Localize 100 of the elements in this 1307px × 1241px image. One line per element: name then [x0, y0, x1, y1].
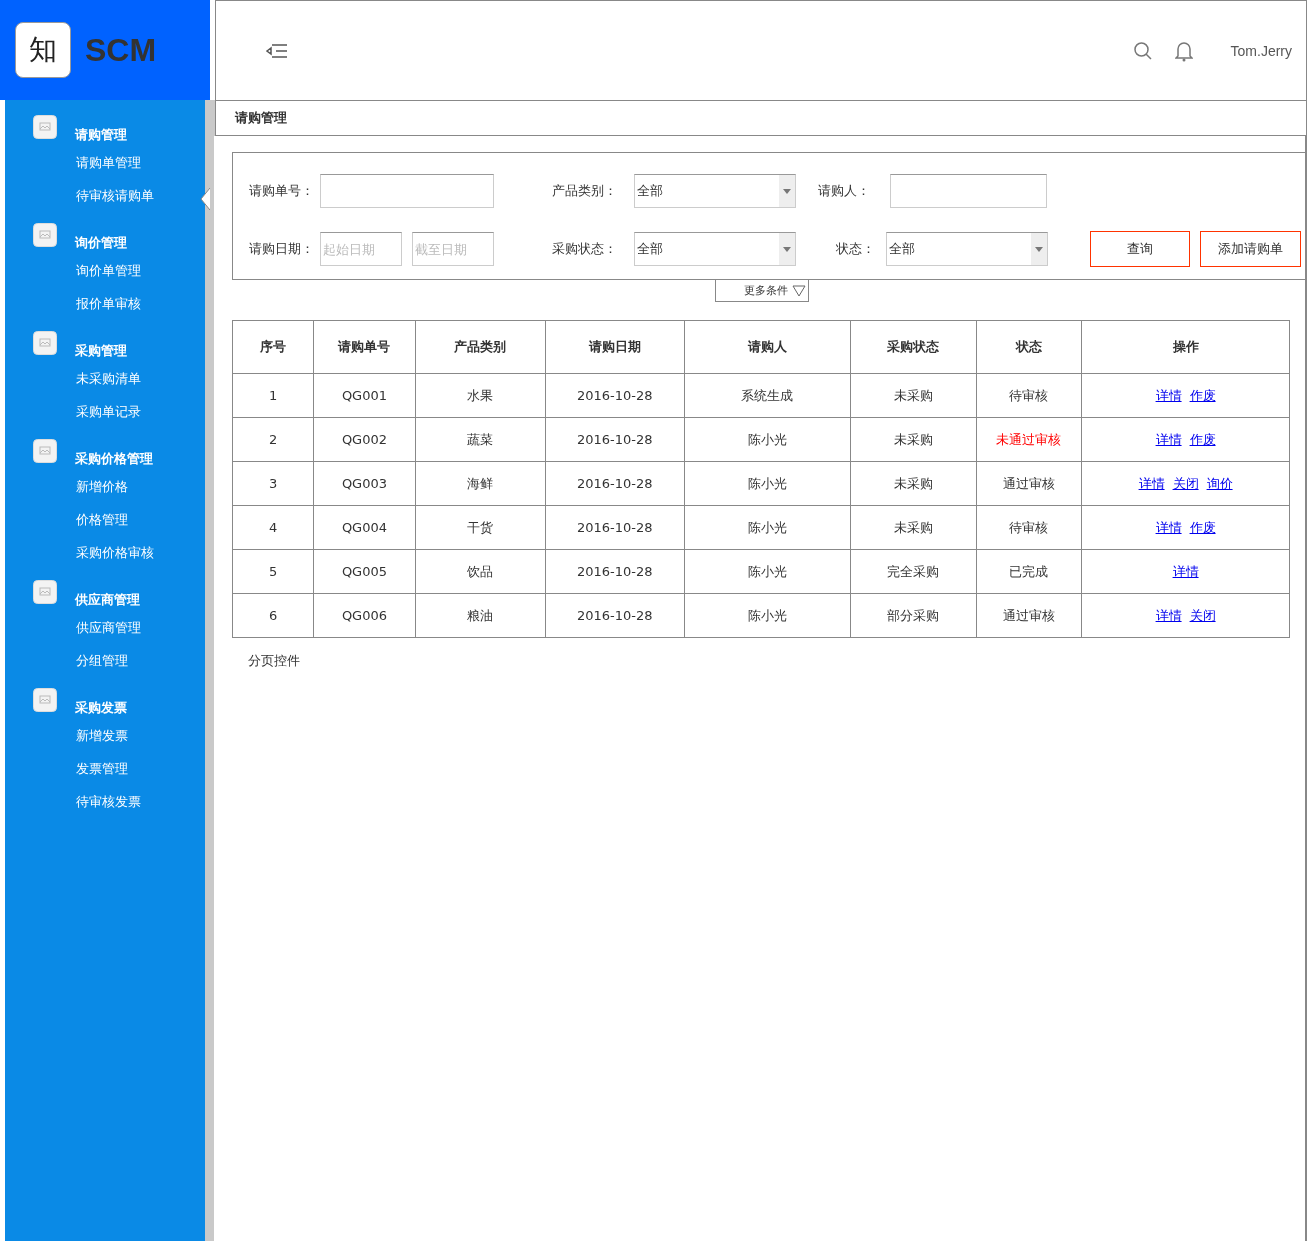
table-cell: 粮油 [415, 593, 546, 638]
caret-icon [783, 246, 791, 252]
column-header: 请购人 [684, 320, 851, 374]
field-label: 状态： [836, 240, 876, 258]
field-label: 请购人： [818, 182, 871, 200]
table-cell: 3 [232, 461, 314, 506]
menu-item[interactable]: 询价单管理 [76, 254, 141, 287]
menu-item[interactable]: 分组管理 [76, 644, 128, 677]
menu-icon[interactable] [266, 42, 288, 59]
bell-icon[interactable] [1174, 39, 1193, 62]
order-number-field[interactable] [320, 174, 494, 208]
query-button[interactable]: 查询 [1090, 231, 1190, 267]
table-cell: 2016-10-28 [545, 549, 685, 594]
table-cell: 陈小光 [684, 461, 851, 506]
field-label: 产品类别： [552, 182, 618, 200]
menu-group-title[interactable]: 询价管理 [75, 234, 127, 252]
user-name[interactable]: Tom.Jerry [1230, 42, 1292, 59]
table-cell: 4 [232, 505, 314, 550]
action-link[interactable]: 关闭 [1172, 475, 1199, 491]
status-text: 已完成 [1009, 563, 1049, 579]
table-cell: 2016-10-28 [545, 373, 685, 418]
table-cell: 干货 [415, 505, 546, 550]
caret-icon [1035, 246, 1043, 252]
table-cell: 水果 [415, 373, 546, 418]
table-cell: 2 [232, 417, 314, 462]
menu-item[interactable]: 供应商管理 [76, 611, 141, 644]
field-label: 请购日期： [249, 240, 315, 258]
table-cell: QG004 [313, 505, 416, 550]
menu-item[interactable]: 新增发票 [76, 719, 128, 752]
category-dropdown[interactable]: 全部 [634, 174, 796, 208]
column-header: 操作 [1081, 320, 1290, 374]
action-link[interactable]: 关闭 [1189, 607, 1216, 623]
action-link[interactable]: 详情 [1155, 607, 1182, 623]
table-cell: 2016-10-28 [545, 505, 685, 550]
status-text: 通过审核 [1002, 607, 1055, 623]
end-date-field[interactable]: 截至日期 [412, 232, 494, 266]
menu-item[interactable]: 新增价格 [76, 470, 128, 503]
action-link[interactable]: 详情 [1155, 431, 1182, 447]
table-cell: QG003 [313, 461, 416, 506]
action-link[interactable]: 详情 [1138, 475, 1165, 491]
status-text: 未通过审核 [996, 431, 1062, 447]
menu-group-title[interactable]: 采购管理 [75, 342, 127, 360]
table-cell: 陈小光 [684, 417, 851, 462]
collapse-arrow-icon[interactable] [200, 188, 210, 210]
action-link[interactable]: 详情 [1155, 387, 1182, 403]
table-cell: 2016-10-28 [545, 417, 685, 462]
table-cell: 5 [232, 549, 314, 594]
purchase-status-dropdown[interactable]: 全部 [634, 232, 796, 266]
page-title: 请购管理 [235, 109, 287, 127]
menu-item[interactable]: 报价单审核 [76, 287, 141, 320]
table-cell: 未采购 [850, 373, 977, 418]
table-cell: 蔬菜 [415, 417, 546, 462]
status-dropdown[interactable]: 全部 [886, 232, 1048, 266]
search-icon[interactable] [1132, 40, 1153, 61]
column-header: 采购状态 [850, 320, 977, 374]
menu-group-title[interactable]: 采购价格管理 [75, 450, 153, 468]
table-cell: 饮品 [415, 549, 546, 594]
table-cell: 未采购 [850, 505, 977, 550]
menu-item[interactable]: 待审核发票 [76, 785, 141, 818]
action-link[interactable]: 作废 [1189, 431, 1216, 447]
action-link[interactable]: 询价 [1206, 475, 1233, 491]
action-link[interactable]: 详情 [1155, 519, 1182, 535]
table-cell: 陈小光 [684, 505, 851, 550]
status-text: 待审核 [1009, 519, 1049, 535]
menu-group-title[interactable]: 请购管理 [75, 126, 127, 144]
image-icon [33, 439, 57, 463]
image-icon [33, 688, 57, 712]
table-cell: 海鲜 [415, 461, 546, 506]
menu-item[interactable]: 发票管理 [76, 752, 128, 785]
menu-item[interactable]: 采购单记录 [76, 395, 141, 428]
pagination-label: 分页控件 [248, 653, 300, 668]
table-cell: 陈小光 [684, 549, 851, 594]
action-link[interactable]: 作废 [1189, 387, 1216, 403]
menu-item[interactable]: 请购单管理 [76, 146, 141, 179]
table-cell: 陈小光 [684, 593, 851, 638]
table-cell: 6 [232, 593, 314, 638]
menu-item[interactable]: 未采购清单 [76, 362, 141, 395]
table-cell: 2016-10-28 [545, 593, 685, 638]
table-cell: 部分采购 [850, 593, 977, 638]
more-conditions-button[interactable]: 更多条件 [714, 280, 809, 302]
menu-group-title[interactable]: 采购发票 [75, 699, 127, 717]
table-cell: 系统生成 [684, 373, 851, 418]
menu-item[interactable]: 采购价格审核 [76, 536, 154, 569]
requester-field[interactable] [890, 174, 1047, 208]
add-request-button[interactable]: 添加请购单 [1200, 231, 1301, 267]
table-cell: 完全采购 [850, 549, 977, 594]
table-cell: 2016-10-28 [545, 461, 685, 506]
brand-name: SCM [85, 31, 157, 69]
table-cell: 未采购 [850, 417, 977, 462]
start-date-field[interactable]: 起始日期 [320, 232, 402, 266]
status-text: 通过审核 [1002, 475, 1055, 491]
table-cell: QG006 [313, 593, 416, 638]
menu-item[interactable]: 价格管理 [76, 503, 128, 536]
menu-group-title[interactable]: 供应商管理 [75, 591, 140, 609]
column-header: 请购日期 [545, 320, 685, 374]
caret-icon [783, 188, 791, 194]
action-link[interactable]: 详情 [1172, 563, 1199, 579]
menu-item[interactable]: 待审核请购单 [76, 179, 154, 212]
table-cell: 未采购 [850, 461, 977, 506]
action-link[interactable]: 作废 [1189, 519, 1216, 535]
